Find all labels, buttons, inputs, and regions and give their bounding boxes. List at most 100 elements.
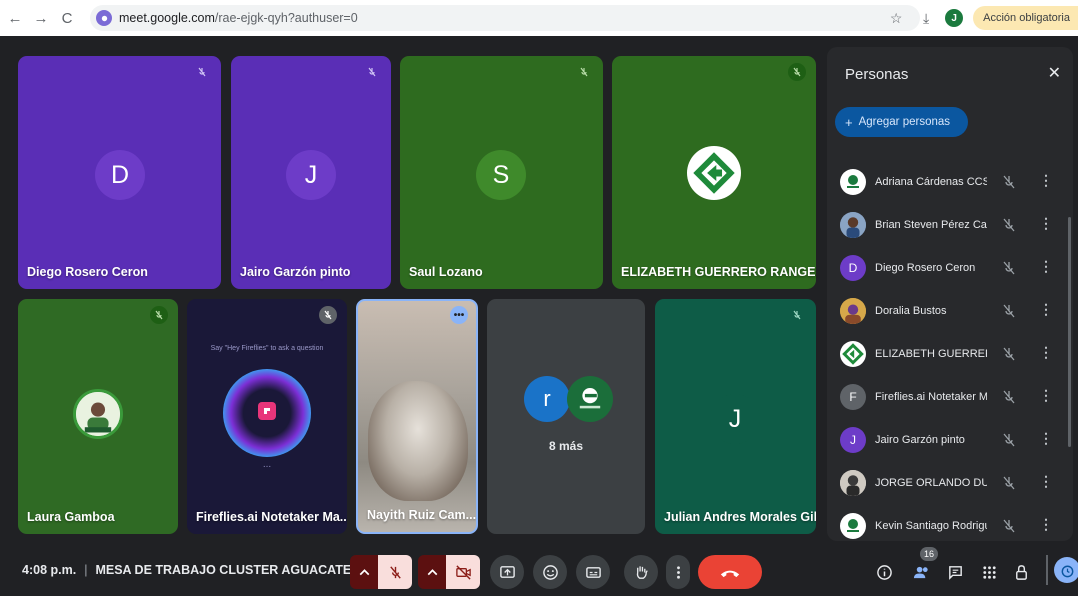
participant-name: Fireflies.ai Notetaker Ma...: [196, 510, 347, 524]
camera-toggle-button[interactable]: [446, 555, 480, 589]
address-bar[interactable]: meet.google.com/rae-ejgk-qyh?authuser=0: [90, 5, 920, 31]
participant-name: Jairo Garzón pinto: [240, 265, 351, 279]
more-vert-icon[interactable]: ⋮: [1039, 473, 1053, 493]
participant-avatar: J: [286, 150, 336, 200]
mic-off-icon: [1003, 304, 1015, 318]
video-feed: [368, 381, 468, 501]
close-icon[interactable]: ✕: [1048, 63, 1061, 83]
participant-count-badge: 16: [920, 547, 938, 561]
more-vert-icon[interactable]: ⋮: [1039, 430, 1053, 450]
list-item[interactable]: Kevin Santiago Rodriguez ⋮: [840, 510, 1068, 542]
mic-off-icon: [1003, 218, 1015, 232]
more-options-button[interactable]: [666, 555, 690, 589]
person-name: ELIZABETH GUERRERO ...: [875, 348, 987, 360]
list-item[interactable]: F Fireflies.ai Notetaker M... ⋮: [840, 381, 1068, 413]
list-item[interactable]: Doralia Bustos ⋮: [840, 295, 1068, 327]
panel-scrollbar[interactable]: [1068, 217, 1071, 447]
bookmark-star-icon[interactable]: ☆: [885, 7, 907, 29]
list-item[interactable]: D Diego Rosero Ceron ⋮: [840, 252, 1068, 284]
host-controls-lock-icon[interactable]: [1010, 561, 1032, 583]
people-icon[interactable]: [910, 561, 932, 583]
mic-off-icon: [193, 63, 211, 81]
person-name: Diego Rosero Ceron: [875, 262, 976, 274]
emoji-icon: [542, 564, 558, 580]
participant-tile[interactable]: Laura Gamboa: [18, 299, 178, 534]
meeting-title: MESA DE TRABAJO CLUSTER AGUACATE - C...: [95, 563, 382, 577]
profile-avatar[interactable]: J: [945, 9, 964, 27]
person-name: JORGE ORLANDO DUR...: [875, 477, 987, 489]
person-name: Doralia Bustos: [875, 305, 947, 317]
add-people-button[interactable]: + Agregar personas: [835, 107, 968, 137]
audio-options-button[interactable]: [350, 555, 378, 589]
hand-icon: [636, 565, 648, 579]
meeting-controls-bar: 4:08 p.m. | MESA DE TRABAJO CLUSTER AGUACA…: [0, 545, 1078, 596]
divider: [1046, 555, 1048, 585]
more-options-icon[interactable]: •••: [450, 306, 468, 324]
mic-off-icon: [389, 565, 401, 579]
participant-tile[interactable]: ELIZABETH GUERRERO RANGEL: [612, 56, 816, 289]
person-name: Adriana Cárdenas CCSu...: [875, 176, 987, 188]
meeting-info: 4:08 p.m. | MESA DE TRABAJO CLUSTER AGUACA…: [22, 563, 382, 577]
more-vert-icon[interactable]: ⋮: [1039, 215, 1053, 235]
back-icon[interactable]: ←: [4, 7, 26, 29]
mic-off-icon: [1003, 175, 1015, 189]
participant-tile[interactable]: S Saul Lozano: [400, 56, 603, 289]
reactions-button[interactable]: [533, 555, 567, 589]
more-vert-icon[interactable]: ⋮: [1039, 387, 1053, 407]
video-options-button[interactable]: [418, 555, 446, 589]
more-vert-icon[interactable]: ⋮: [1039, 344, 1053, 364]
person-avatar: J: [840, 427, 866, 453]
participant-tile[interactable]: D Diego Rosero Ceron: [18, 56, 221, 289]
person-avatar: F: [840, 384, 866, 410]
participant-avatar: J: [710, 394, 760, 444]
list-item[interactable]: Adriana Cárdenas CCSu... ⋮: [840, 166, 1068, 198]
participant-tile[interactable]: J Julian Andres Morales Gil: [655, 299, 816, 534]
more-vert-icon[interactable]: ⋮: [1039, 258, 1053, 278]
mic-off-icon: [363, 63, 381, 81]
participant-tile[interactable]: J Jairo Garzón pinto: [231, 56, 391, 289]
people-panel: Personas ✕ + Agregar personas Adriana Cá…: [827, 47, 1073, 541]
mic-off-icon: [1003, 519, 1015, 533]
person-name: Brian Steven Pérez Cam...: [875, 219, 987, 231]
mic-off-icon: [1003, 476, 1015, 490]
person-name: Fireflies.ai Notetaker M...: [875, 391, 987, 403]
mic-off-icon: [1003, 390, 1015, 404]
list-item[interactable]: JORGE ORLANDO DUR... ⋮: [840, 467, 1068, 499]
download-icon[interactable]: ⤓: [915, 7, 937, 29]
more-participants-tile[interactable]: r 8 más: [487, 299, 645, 534]
more-vert-icon[interactable]: ⋮: [1039, 301, 1053, 321]
participant-avatar: S: [476, 150, 526, 200]
participant-video-tile[interactable]: ••• Nayith Ruiz Cam...: [356, 299, 478, 534]
alarm-timer-icon[interactable]: [1054, 557, 1078, 583]
organization-logo-avatar: [687, 146, 741, 200]
action-required-chip[interactable]: Acción obligatoria: [973, 6, 1078, 30]
list-item[interactable]: J Jairo Garzón pinto ⋮: [840, 424, 1068, 456]
captions-button[interactable]: [576, 555, 610, 589]
panel-title: Personas: [845, 66, 909, 83]
list-item[interactable]: Brian Steven Pérez Cam... ⋮: [840, 209, 1068, 241]
mic-off-icon: [575, 63, 593, 81]
list-item[interactable]: ELIZABETH GUERRERO ... ⋮: [840, 338, 1068, 370]
participant-name: Nayith Ruiz Cam...: [367, 508, 477, 522]
more-vert-icon[interactable]: ⋮: [1039, 172, 1053, 192]
more-vert-icon[interactable]: ⋮: [1039, 516, 1053, 536]
fireflies-logo-icon: [258, 402, 276, 420]
mic-off-icon: [1003, 347, 1015, 361]
microphone-toggle-button[interactable]: [378, 555, 412, 589]
organization-logo-avatar: [840, 513, 866, 539]
participant-avatar: r: [524, 376, 570, 422]
hang-up-icon: [720, 570, 740, 577]
participant-avatar: D: [95, 150, 145, 200]
site-info-icon[interactable]: [96, 10, 112, 26]
raise-hand-button[interactable]: [624, 555, 658, 589]
forward-icon[interactable]: →: [30, 7, 52, 29]
meeting-details-icon[interactable]: [873, 561, 895, 583]
organization-logo-avatar: [840, 169, 866, 195]
organization-logo-avatar: [840, 341, 866, 367]
present-screen-button[interactable]: [490, 555, 524, 589]
participant-tile[interactable]: Say "Hey Fireflies" to ask a question ..…: [187, 299, 347, 534]
reload-icon[interactable]: C: [56, 7, 78, 29]
leave-call-button[interactable]: [698, 555, 762, 589]
chat-icon[interactable]: [944, 561, 966, 583]
activities-grid-icon[interactable]: [978, 561, 1000, 583]
